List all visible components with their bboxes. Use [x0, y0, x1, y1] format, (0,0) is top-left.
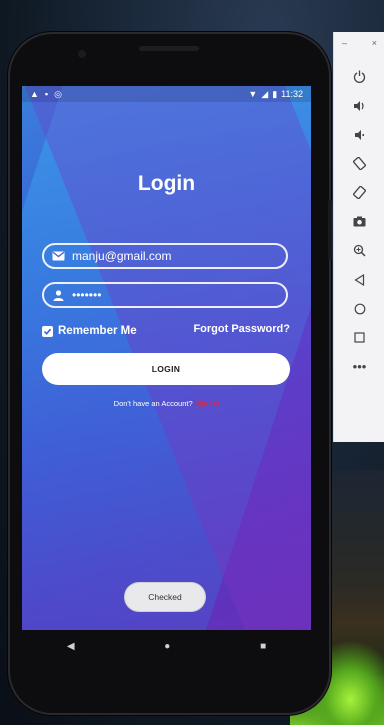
rotate-left-icon[interactable]	[334, 149, 384, 178]
toast-message: Checked	[125, 583, 205, 611]
volume-down-icon[interactable]	[334, 120, 384, 149]
home-icon[interactable]	[334, 294, 384, 323]
sd-card-icon: ▪	[44, 89, 49, 99]
wifi-icon: ▼	[248, 89, 258, 99]
power-icon[interactable]	[334, 62, 384, 91]
signal-icon: ◢	[261, 89, 269, 99]
zoom-icon[interactable]	[334, 236, 384, 265]
status-time: 11:32	[281, 89, 303, 99]
remember-label: Remember Me	[58, 325, 137, 337]
check-icon	[43, 328, 52, 335]
warning-icon: ▲	[30, 89, 39, 99]
password-input[interactable]	[72, 288, 272, 302]
user-icon	[44, 289, 72, 301]
rotate-right-icon[interactable]	[334, 178, 384, 207]
minimize-icon[interactable]: –	[342, 38, 347, 48]
volume-up-icon[interactable]	[334, 91, 384, 120]
home-icon[interactable]: ●	[164, 641, 170, 652]
android-nav-bar: ◀ ● ■	[22, 630, 311, 663]
emulator-toolbar: – × •••	[333, 32, 384, 442]
email-field[interactable]	[42, 243, 288, 269]
email-input[interactable]	[72, 249, 272, 263]
password-field[interactable]	[42, 282, 288, 308]
more-icon[interactable]: •••	[334, 352, 384, 381]
back-icon[interactable]	[334, 265, 384, 294]
no-account-text: Don't have an Account?	[113, 399, 193, 408]
remember-me[interactable]: Remember Me	[42, 325, 137, 337]
battery-icon: ▮	[272, 89, 278, 99]
sync-icon: ◎	[54, 89, 62, 99]
signup-link[interactable]: Sign Up	[193, 399, 220, 408]
overview-icon[interactable]	[334, 323, 384, 352]
phone-side-key	[328, 200, 332, 260]
forgot-password-link[interactable]: Forgot Password?	[193, 323, 290, 335]
phone-speaker	[139, 46, 199, 51]
recents-icon[interactable]: ■	[260, 641, 266, 652]
close-icon[interactable]: ×	[372, 38, 377, 48]
phone-front-camera	[78, 50, 86, 58]
back-icon[interactable]: ◀	[67, 641, 75, 652]
status-bar: ▲ ▪ ◎ ▼ ◢ ▮ 11:32	[22, 86, 311, 102]
remember-checkbox[interactable]	[42, 325, 53, 337]
page-title: Login	[137, 172, 196, 195]
camera-icon[interactable]	[334, 207, 384, 236]
phone-screen: ▲ ▪ ◎ ▼ ◢ ▮ 11:32 Login manju@gmail.com …	[22, 86, 311, 630]
signup-prompt: Don't have an Account?Sign Up	[22, 399, 311, 408]
login-button[interactable]: LOGIN	[42, 353, 290, 385]
mail-icon	[44, 251, 72, 261]
